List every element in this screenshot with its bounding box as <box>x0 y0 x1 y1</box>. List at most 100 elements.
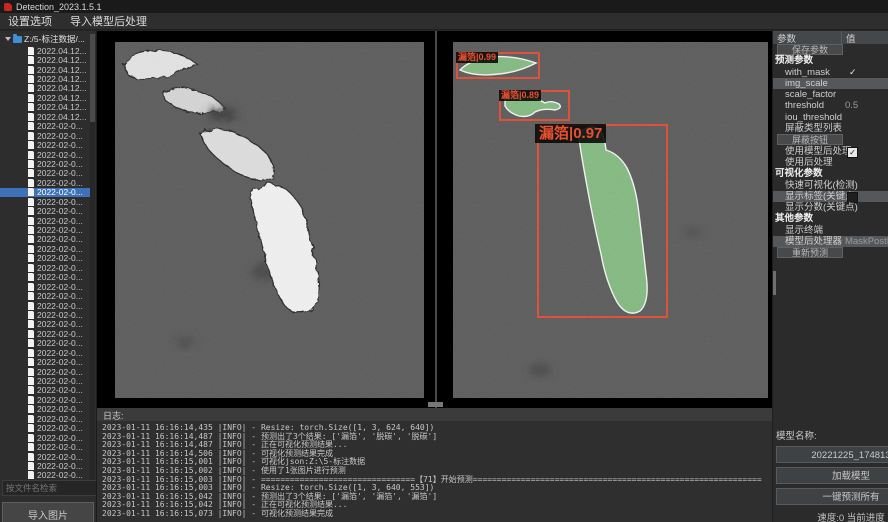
import-images-button[interactable]: 导入图片 <box>2 502 94 522</box>
file-icon <box>28 226 34 234</box>
tree-item[interactable]: 2022-02-0... <box>0 367 90 376</box>
model-name-field[interactable]: 20221225_174813 <box>776 446 888 463</box>
param-row[interactable]: 使用后处理 <box>773 157 888 168</box>
tree-item[interactable]: 2022-02-0... <box>0 452 90 461</box>
predict-all-button[interactable]: 一键预测所有 <box>776 488 888 505</box>
tree-item[interactable]: 2022.04.12... <box>0 103 90 112</box>
menu-item-import-postprocess[interactable]: 导入模型后处理 <box>70 13 147 29</box>
panel-scrollbar-handle[interactable] <box>773 271 776 295</box>
tree-item[interactable]: 2022-02-0... <box>0 150 90 159</box>
param-row[interactable]: 屏蔽类型列表 <box>773 123 888 134</box>
param-row[interactable]: 显示分数(关键点) <box>773 202 888 213</box>
file-icon <box>28 330 34 338</box>
param-button[interactable]: 重新预测 <box>777 247 843 258</box>
param-row[interactable]: 使用模型后处理✓ <box>773 146 888 157</box>
param-row[interactable]: 显示终端 <box>773 225 888 236</box>
tree-item[interactable]: 2022-02-0... <box>0 339 90 348</box>
tree-item[interactable]: 2022-02-0... <box>0 386 90 395</box>
pane-splitter[interactable] <box>435 31 437 408</box>
tree-scrollbar-handle[interactable] <box>90 34 95 122</box>
tree-root[interactable]: Z:/5-标注数据/... <box>0 34 85 44</box>
param-column-header: 参数 <box>773 31 841 45</box>
model-section: 模型名称: 20221225_174813 加载模型 一键预测所有 速度:0 当… <box>773 428 888 522</box>
tree-item[interactable]: 2022.04.12... <box>0 112 90 121</box>
tree-item[interactable]: 2022-02-0... <box>0 122 90 131</box>
detection-box: 漏箔|0.89 <box>499 90 570 121</box>
tree-item[interactable]: 2022.04.12... <box>0 46 90 55</box>
tree-item[interactable]: 2022-02-0... <box>0 291 90 300</box>
tree-item[interactable]: 2022-02-0... <box>0 254 90 263</box>
tree-scrollbar[interactable] <box>90 34 95 494</box>
tree-item[interactable]: 2022-02-0... <box>0 206 90 215</box>
param-row[interactable]: 重新预测 <box>773 247 888 258</box>
param-button[interactable]: 保存参数 <box>777 44 843 55</box>
param-button[interactable]: 屏蔽按钮 <box>777 134 843 145</box>
progress-text: 速度:0 当前进度 <box>776 510 888 522</box>
tree-item[interactable]: 2022-02-0... <box>0 348 90 357</box>
param-row[interactable]: img_scale <box>773 78 888 89</box>
log-body[interactable]: 2023-01-11 16:16:14,435 |INFO| - Resize:… <box>97 421 772 519</box>
tree-item[interactable]: 2022-02-0... <box>0 405 90 414</box>
tree-item[interactable]: 2022-02-0... <box>0 433 90 442</box>
tree-item[interactable]: 2022-02-0... <box>0 197 90 206</box>
tree-item[interactable]: 2022-02-0... <box>0 140 90 149</box>
param-row[interactable]: 保存参数 <box>773 44 888 55</box>
param-row[interactable]: 模型后处理器MaskPostPro <box>773 236 888 247</box>
raw-image-viewer[interactable] <box>115 42 424 398</box>
menu-item-settings[interactable]: 设置选项 <box>8 13 52 29</box>
param-row[interactable]: 显示标签(关键点) <box>773 191 888 202</box>
tree-item[interactable]: 2022-02-0... <box>0 376 90 385</box>
tree-item[interactable]: 2022-02-0... <box>0 461 90 470</box>
tree-item[interactable]: 2022-02-0... <box>0 159 90 168</box>
tree-item[interactable]: 2022-02-0... <box>0 273 90 282</box>
param-row[interactable]: 屏蔽按钮 <box>773 134 888 145</box>
tree-item[interactable]: 2022-02-0... <box>0 216 90 225</box>
tree-item[interactable]: 2022-02-0... <box>0 442 90 451</box>
param-row[interactable]: with_mask✓ <box>773 67 888 78</box>
tree-item[interactable]: 2022-02-0... <box>0 263 90 272</box>
tree-item[interactable]: 2022-02-0... <box>0 395 90 404</box>
tree-item[interactable]: 2022-02-0... <box>0 310 90 319</box>
file-icon <box>28 160 34 168</box>
tree-item[interactable]: 2022-02-0... <box>0 225 90 234</box>
param-section-header: 预测参数 <box>773 55 888 66</box>
file-icon <box>28 292 34 300</box>
tree-item[interactable]: 2022-02-0... <box>0 329 90 338</box>
tree-item[interactable]: 2022-02-0... <box>0 424 90 433</box>
param-label: 快速可视化(检测) <box>773 180 858 191</box>
splitter-grip[interactable] <box>428 402 443 407</box>
param-row[interactable]: scale_factor <box>773 89 888 100</box>
tree-item[interactable]: 2022-02-0... <box>0 188 90 197</box>
param-label: 预测参数 <box>773 55 813 66</box>
param-section-header: 可视化参数 <box>773 168 888 179</box>
menu-bar: 设置选项 导入模型后处理 <box>0 13 888 30</box>
tree-item[interactable]: 2022.04.12... <box>0 74 90 83</box>
tree-item[interactable]: 2022-02-0... <box>0 282 90 291</box>
param-row[interactable]: threshold0.5 <box>773 100 888 111</box>
tree-item[interactable]: 2022.04.12... <box>0 84 90 93</box>
tree-item[interactable]: 2022-02-0... <box>0 235 90 244</box>
tree-item[interactable]: 2022-02-0... <box>0 320 90 329</box>
tree-item[interactable]: 2022-02-0... <box>0 178 90 187</box>
raw-image <box>115 42 424 398</box>
file-icon <box>28 254 34 262</box>
param-row[interactable]: iou_threshold <box>773 112 888 123</box>
tree-item[interactable]: 2022-02-0... <box>0 244 90 253</box>
tree-item[interactable]: 2022.04.12... <box>0 93 90 102</box>
param-row[interactable]: 快速可视化(检测) <box>773 180 888 191</box>
tree-item[interactable]: 2022-02-0... <box>0 301 90 310</box>
tree-item[interactable]: 2022-02-0... <box>0 357 90 366</box>
search-input[interactable] <box>2 480 97 496</box>
load-model-button[interactable]: 加载模型 <box>776 467 888 484</box>
tree-item[interactable]: 2022.04.12... <box>0 55 90 64</box>
tree-item[interactable]: 2022.04.12... <box>0 65 90 74</box>
tree-item[interactable]: 2022-02-0... <box>0 169 90 178</box>
file-icon <box>28 424 34 432</box>
tree-item[interactable]: 2022-02-0... <box>0 414 90 423</box>
checkmark-icon[interactable]: ✓ <box>849 67 857 78</box>
tree-item[interactable]: 2022-02-0... <box>0 471 90 480</box>
tree-item[interactable]: 2022-02-0... <box>0 131 90 140</box>
prediction-image-viewer[interactable]: 漏箔|0.99漏箔|0.89漏箔|0.97 <box>453 42 768 398</box>
file-icon <box>28 94 34 102</box>
caret-down-icon[interactable] <box>5 37 11 41</box>
